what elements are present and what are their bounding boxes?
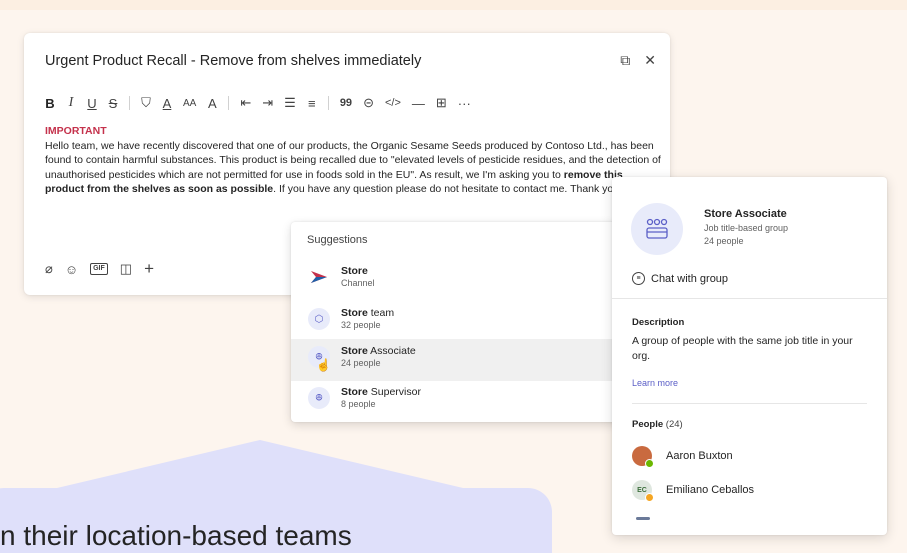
- group-name: Store Associate: [704, 208, 787, 220]
- message-text-part2: . If you have any question please do not…: [273, 183, 661, 195]
- close-icon[interactable]: ✕: [644, 51, 656, 69]
- outdent-icon[interactable]: ⇤: [240, 95, 251, 111]
- gif-icon[interactable]: GIF: [90, 263, 108, 275]
- underline-button[interactable]: U: [87, 96, 97, 111]
- paragraph-format-icon[interactable]: A: [207, 96, 217, 111]
- profile-divider: [632, 403, 867, 404]
- profile-divider: [612, 298, 887, 299]
- toolbar-divider: [129, 96, 130, 110]
- compose-actions: ⌀ ☺ GIF ◫ +: [45, 260, 154, 277]
- learn-more-link[interactable]: Learn more: [632, 378, 678, 388]
- description-text: A group of people with the same job titl…: [632, 335, 853, 362]
- person-name: Emiliano Ceballos: [666, 484, 755, 496]
- suggestion-name: Store: [341, 265, 368, 277]
- suggestion-name: Store Supervisor: [341, 386, 421, 398]
- group-avatar-icon: [631, 203, 683, 255]
- emoji-icon[interactable]: ☺: [65, 262, 78, 277]
- font-color-icon[interactable]: A: [162, 96, 172, 111]
- horizontal-rule-icon[interactable]: —: [412, 96, 425, 111]
- group-profile-card: Store Associate Job title-based group 24…: [612, 177, 887, 535]
- plus-icon[interactable]: +: [144, 260, 154, 277]
- group-type: Job title-based group: [704, 223, 789, 233]
- toolbar-divider: [228, 96, 230, 110]
- italic-button[interactable]: I: [66, 95, 76, 111]
- suggestion-subtitle: 8 people: [341, 399, 376, 409]
- chat-icon: ≡: [632, 272, 645, 285]
- group-member-count: 24 people: [704, 236, 744, 246]
- font-size-icon[interactable]: AA: [183, 98, 196, 109]
- callout-text: n their location-based teams: [0, 520, 352, 551]
- group-icon: ꔮ: [308, 387, 330, 409]
- quote-icon[interactable]: 99: [340, 97, 352, 109]
- store-logo-icon: [308, 266, 330, 288]
- hand-cursor-icon: ☝: [316, 358, 331, 372]
- callout-pointer: [40, 440, 480, 492]
- sticker-icon[interactable]: ◫: [120, 261, 132, 277]
- presence-away-icon: [645, 493, 654, 502]
- message-body[interactable]: IMPORTANT Hello team, we have recently d…: [45, 124, 661, 197]
- indent-icon[interactable]: ⇥: [262, 95, 273, 111]
- bullet-list-icon[interactable]: ☰: [284, 95, 296, 111]
- suggestion-item-store-supervisor[interactable]: ꔮ Store Supervisor 8 people: [291, 380, 621, 422]
- person-row-emiliano-ceballos[interactable]: EC Emiliano Ceballos: [632, 480, 872, 502]
- avatar: [632, 446, 654, 468]
- popout-icon[interactable]: ⧉: [620, 51, 630, 69]
- suggestion-subtitle: 24 people: [341, 358, 381, 368]
- description-label: Description: [632, 317, 685, 328]
- person-name: Aaron Buxton: [666, 450, 733, 462]
- table-icon[interactable]: ⊞: [436, 95, 447, 111]
- partial-avatar: [636, 517, 650, 520]
- format-toolbar: B I U S ⛉ A AA A ⇤ ⇥ ☰ ≡ 99 ⊝ </> — ⊞ ··…: [45, 95, 471, 111]
- strikethrough-button[interactable]: S: [108, 96, 118, 111]
- highlight-icon[interactable]: ⛉: [141, 95, 151, 111]
- chat-with-group-button[interactable]: ≡ Chat with group: [632, 272, 728, 285]
- bold-button[interactable]: B: [45, 96, 55, 111]
- chat-label: Chat with group: [651, 272, 729, 285]
- suggestion-item-store-associate[interactable]: ꔮ ☝ Store Associate 24 people: [291, 339, 621, 381]
- code-icon[interactable]: </>: [385, 97, 401, 109]
- people-label: People (24): [632, 419, 683, 430]
- avatar: EC: [632, 480, 654, 502]
- suggestions-header: Suggestions: [307, 234, 368, 246]
- suggestion-item-store-team[interactable]: ⬡ Store team 32 people: [291, 301, 621, 343]
- mention-suggestions: Suggestions Store Channel ⬡ Store team 3…: [291, 222, 621, 422]
- suggestion-subtitle: Channel: [341, 278, 375, 288]
- toolbar-divider: [327, 96, 329, 110]
- tag-icon: ⬡: [308, 308, 330, 330]
- numbered-list-icon[interactable]: ≡: [307, 96, 317, 111]
- top-band: [0, 0, 907, 10]
- subject-title[interactable]: Urgent Product Recall - Remove from shel…: [45, 53, 421, 69]
- compose-header-icons: ⧉ ✕: [620, 51, 656, 69]
- suggestion-item-store-channel[interactable]: Store Channel: [291, 259, 621, 301]
- presence-available-icon: [645, 459, 654, 468]
- link-icon[interactable]: ⊝: [363, 95, 374, 111]
- suggestion-subtitle: 32 people: [341, 320, 381, 330]
- more-options-icon[interactable]: ···: [458, 96, 471, 111]
- suggestion-name: Store team: [341, 307, 395, 319]
- person-row-aaron-buxton[interactable]: Aaron Buxton: [632, 446, 872, 468]
- attach-icon[interactable]: ⌀: [45, 261, 53, 277]
- suggestion-name: Store Associate: [341, 345, 416, 357]
- important-label: IMPORTANT: [45, 125, 107, 137]
